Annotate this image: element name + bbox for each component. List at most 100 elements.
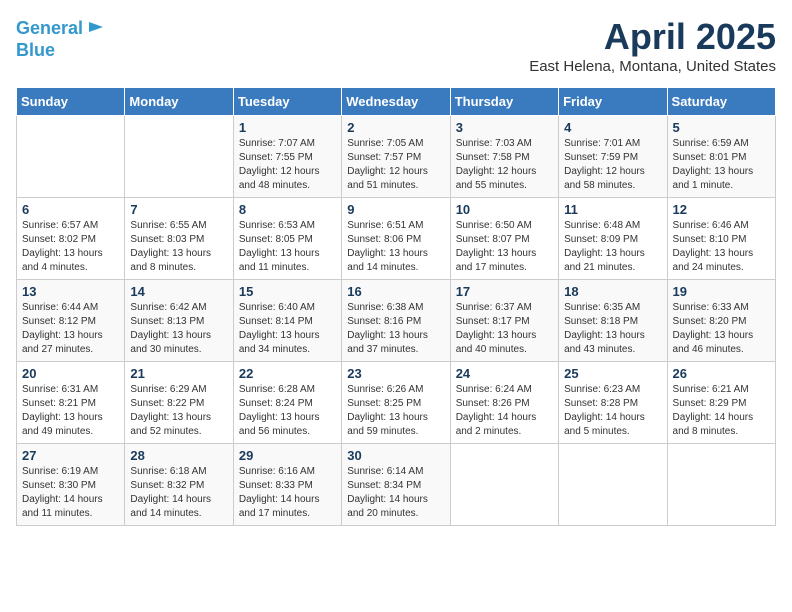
- day-info: Sunrise: 6:42 AM Sunset: 8:13 PM Dayligh…: [130, 301, 227, 357]
- title-block: April 2025 East Helena, Montana, United …: [529, 16, 776, 75]
- day-info: Sunrise: 7:05 AM Sunset: 7:57 PM Dayligh…: [347, 137, 444, 193]
- calendar-cell: 28 Sunrise: 6:18 AM Sunset: 8:32 PM Dayli…: [125, 444, 233, 526]
- day-number: 2: [347, 120, 444, 135]
- day-info: Sunrise: 6:18 AM Sunset: 8:32 PM Dayligh…: [130, 465, 227, 521]
- day-number: 25: [564, 366, 661, 381]
- calendar-cell: 25 Sunrise: 6:23 AM Sunset: 8:28 PM Dayli…: [559, 362, 667, 444]
- day-info: Sunrise: 6:29 AM Sunset: 8:22 PM Dayligh…: [130, 383, 227, 439]
- calendar-cell: 20Sunrise: 6:31 AM Sunset: 8:21 PM Dayli…: [17, 362, 125, 444]
- day-number: 28: [130, 448, 227, 463]
- day-number: 18: [564, 284, 661, 299]
- weekday-header-monday: Monday: [125, 88, 233, 116]
- calendar-week-row: 13Sunrise: 6:44 AM Sunset: 8:12 PM Dayli…: [17, 280, 776, 362]
- calendar-cell: [125, 116, 233, 198]
- calendar-week-row: 20Sunrise: 6:31 AM Sunset: 8:21 PM Dayli…: [17, 362, 776, 444]
- logo-text-line2: Blue: [16, 41, 55, 61]
- day-number: 29: [239, 448, 336, 463]
- day-number: 3: [456, 120, 553, 135]
- day-info: Sunrise: 6:57 AM Sunset: 8:02 PM Dayligh…: [22, 219, 119, 275]
- weekday-header-saturday: Saturday: [667, 88, 775, 116]
- calendar-cell: 3 Sunrise: 7:03 AM Sunset: 7:58 PM Daylig…: [450, 116, 558, 198]
- day-info: Sunrise: 6:55 AM Sunset: 8:03 PM Dayligh…: [130, 219, 227, 275]
- day-info: Sunrise: 6:35 AM Sunset: 8:18 PM Dayligh…: [564, 301, 661, 357]
- day-number: 30: [347, 448, 444, 463]
- calendar-cell: 9 Sunrise: 6:51 AM Sunset: 8:06 PM Daylig…: [342, 198, 450, 280]
- day-info: Sunrise: 7:07 AM Sunset: 7:55 PM Dayligh…: [239, 137, 336, 193]
- day-info: Sunrise: 7:03 AM Sunset: 7:58 PM Dayligh…: [456, 137, 553, 193]
- day-number: 9: [347, 202, 444, 217]
- calendar-cell: 29Sunrise: 6:16 AM Sunset: 8:33 PM Dayli…: [233, 444, 341, 526]
- day-info: Sunrise: 6:53 AM Sunset: 8:05 PM Dayligh…: [239, 219, 336, 275]
- calendar-cell: 6 Sunrise: 6:57 AM Sunset: 8:02 PM Daylig…: [17, 198, 125, 280]
- day-number: 13: [22, 284, 119, 299]
- day-number: 10: [456, 202, 553, 217]
- weekday-header-sunday: Sunday: [17, 88, 125, 116]
- calendar-cell: 17 Sunrise: 6:37 AM Sunset: 8:17 PM Dayli…: [450, 280, 558, 362]
- day-number: 22: [239, 366, 336, 381]
- day-info: Sunrise: 7:01 AM Sunset: 7:59 PM Dayligh…: [564, 137, 661, 193]
- day-number: 16: [347, 284, 444, 299]
- calendar-title: April 2025: [529, 16, 776, 58]
- day-number: 4: [564, 120, 661, 135]
- day-info: Sunrise: 6:23 AM Sunset: 8:28 PM Dayligh…: [564, 383, 661, 439]
- calendar-cell: [559, 444, 667, 526]
- calendar-cell: 8 Sunrise: 6:53 AM Sunset: 8:05 PM Daylig…: [233, 198, 341, 280]
- calendar-cell: 11 Sunrise: 6:48 AM Sunset: 8:09 PM Dayli…: [559, 198, 667, 280]
- calendar-cell: [450, 444, 558, 526]
- day-info: Sunrise: 6:38 AM Sunset: 8:16 PM Dayligh…: [347, 301, 444, 357]
- calendar-cell: 30 Sunrise: 6:14 AM Sunset: 8:34 PM Dayli…: [342, 444, 450, 526]
- day-number: 11: [564, 202, 661, 217]
- calendar-week-row: 27Sunrise: 6:19 AM Sunset: 8:30 PM Dayli…: [17, 444, 776, 526]
- day-info: Sunrise: 6:33 AM Sunset: 8:20 PM Dayligh…: [673, 301, 770, 357]
- calendar-cell: 23 Sunrise: 6:26 AM Sunset: 8:25 PM Dayli…: [342, 362, 450, 444]
- day-info: Sunrise: 6:26 AM Sunset: 8:25 PM Dayligh…: [347, 383, 444, 439]
- calendar-cell: 26 Sunrise: 6:21 AM Sunset: 8:29 PM Dayli…: [667, 362, 775, 444]
- calendar-cell: 12 Sunrise: 6:46 AM Sunset: 8:10 PM Dayli…: [667, 198, 775, 280]
- day-number: 5: [673, 120, 770, 135]
- day-number: 23: [347, 366, 444, 381]
- day-number: 21: [130, 366, 227, 381]
- calendar-cell: [17, 116, 125, 198]
- day-number: 20: [22, 366, 119, 381]
- calendar-cell: 21 Sunrise: 6:29 AM Sunset: 8:22 PM Dayli…: [125, 362, 233, 444]
- weekday-header-friday: Friday: [559, 88, 667, 116]
- calendar-cell: 27Sunrise: 6:19 AM Sunset: 8:30 PM Dayli…: [17, 444, 125, 526]
- page-header: General Blue April 2025 East Helena, Mon…: [16, 16, 776, 75]
- weekday-header-wednesday: Wednesday: [342, 88, 450, 116]
- day-info: Sunrise: 6:24 AM Sunset: 8:26 PM Dayligh…: [456, 383, 553, 439]
- day-number: 19: [673, 284, 770, 299]
- calendar-cell: [667, 444, 775, 526]
- calendar-cell: 13Sunrise: 6:44 AM Sunset: 8:12 PM Dayli…: [17, 280, 125, 362]
- weekday-header-tuesday: Tuesday: [233, 88, 341, 116]
- day-info: Sunrise: 6:46 AM Sunset: 8:10 PM Dayligh…: [673, 219, 770, 275]
- day-number: 24: [456, 366, 553, 381]
- day-info: Sunrise: 6:37 AM Sunset: 8:17 PM Dayligh…: [456, 301, 553, 357]
- day-number: 27: [22, 448, 119, 463]
- calendar-subtitle: East Helena, Montana, United States: [529, 58, 776, 75]
- logo: General Blue: [16, 16, 105, 61]
- day-number: 8: [239, 202, 336, 217]
- day-number: 7: [130, 202, 227, 217]
- calendar-cell: 18 Sunrise: 6:35 AM Sunset: 8:18 PM Dayli…: [559, 280, 667, 362]
- day-info: Sunrise: 6:28 AM Sunset: 8:24 PM Dayligh…: [239, 383, 336, 439]
- day-info: Sunrise: 6:14 AM Sunset: 8:34 PM Dayligh…: [347, 465, 444, 521]
- day-number: 26: [673, 366, 770, 381]
- calendar-cell: 14 Sunrise: 6:42 AM Sunset: 8:13 PM Dayli…: [125, 280, 233, 362]
- calendar-cell: 16 Sunrise: 6:38 AM Sunset: 8:16 PM Dayli…: [342, 280, 450, 362]
- calendar-cell: 4 Sunrise: 7:01 AM Sunset: 7:59 PM Daylig…: [559, 116, 667, 198]
- day-info: Sunrise: 6:21 AM Sunset: 8:29 PM Dayligh…: [673, 383, 770, 439]
- day-number: 17: [456, 284, 553, 299]
- day-info: Sunrise: 6:40 AM Sunset: 8:14 PM Dayligh…: [239, 301, 336, 357]
- logo-icon: [87, 18, 105, 36]
- calendar-week-row: 1Sunrise: 7:07 AM Sunset: 7:55 PM Daylig…: [17, 116, 776, 198]
- day-info: Sunrise: 6:48 AM Sunset: 8:09 PM Dayligh…: [564, 219, 661, 275]
- day-number: 6: [22, 202, 119, 217]
- calendar-cell: 1Sunrise: 7:07 AM Sunset: 7:55 PM Daylig…: [233, 116, 341, 198]
- weekday-header-row: SundayMondayTuesdayWednesdayThursdayFrid…: [17, 88, 776, 116]
- calendar-cell: 19 Sunrise: 6:33 AM Sunset: 8:20 PM Dayli…: [667, 280, 775, 362]
- day-number: 12: [673, 202, 770, 217]
- day-number: 14: [130, 284, 227, 299]
- calendar-cell: 2 Sunrise: 7:05 AM Sunset: 7:57 PM Daylig…: [342, 116, 450, 198]
- logo-text-line1: General: [16, 19, 83, 39]
- day-info: Sunrise: 6:51 AM Sunset: 8:06 PM Dayligh…: [347, 219, 444, 275]
